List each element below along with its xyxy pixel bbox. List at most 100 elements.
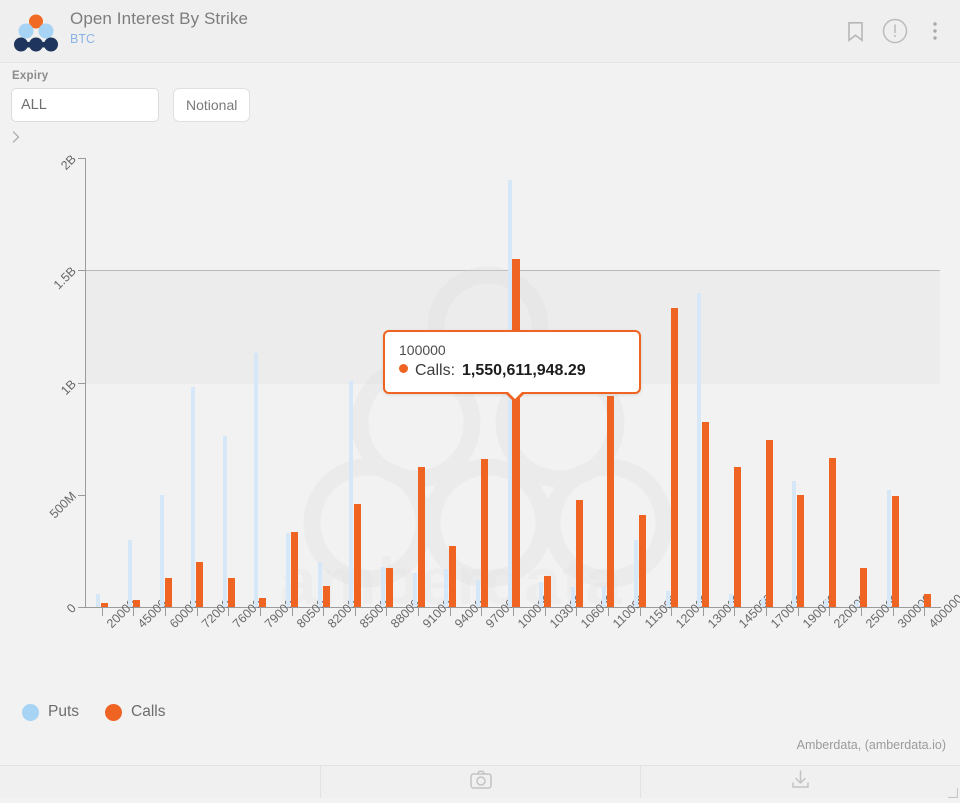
- bar-calls[interactable]: [702, 422, 709, 607]
- resize-grip[interactable]: [947, 785, 958, 796]
- bar-puts[interactable]: [761, 598, 765, 607]
- x-axis-tick: [102, 608, 103, 616]
- x-axis-tick: [355, 608, 356, 616]
- bar-calls[interactable]: [259, 598, 266, 607]
- x-axis-tick: [450, 608, 451, 616]
- legend-swatch-puts: [22, 704, 39, 721]
- hover-crosshair: [512, 259, 515, 607]
- tooltip-series-label: Calls:: [415, 362, 455, 380]
- x-axis-tick: [671, 608, 672, 616]
- bar-calls[interactable]: [196, 562, 203, 607]
- bar-calls[interactable]: [892, 496, 899, 607]
- bar-puts[interactable]: [476, 580, 480, 607]
- bar-calls[interactable]: [481, 459, 488, 607]
- download-button[interactable]: [641, 766, 960, 798]
- bar-calls[interactable]: [354, 504, 361, 607]
- bar-puts[interactable]: [792, 481, 796, 607]
- tooltip-value: 1,550,611,948.29: [462, 362, 586, 380]
- bar-puts[interactable]: [381, 567, 385, 607]
- bar-calls[interactable]: [607, 396, 614, 607]
- bar-puts[interactable]: [571, 587, 575, 607]
- chevron-right-icon[interactable]: [8, 129, 26, 145]
- bar-calls[interactable]: [544, 576, 551, 607]
- x-axis-tick: [197, 608, 198, 616]
- x-axis-tick: [893, 608, 894, 616]
- bar-calls[interactable]: [639, 515, 646, 607]
- page-title: Open Interest By Strike: [70, 8, 248, 30]
- bar-puts[interactable]: [824, 600, 828, 607]
- x-axis-tick: [228, 608, 229, 616]
- notional-button[interactable]: Notional: [173, 88, 250, 122]
- bar-calls[interactable]: [291, 532, 298, 607]
- bar-calls[interactable]: [734, 467, 741, 607]
- bar-puts[interactable]: [666, 591, 670, 607]
- bar-puts[interactable]: [602, 586, 606, 607]
- bar-calls[interactable]: [133, 600, 140, 607]
- bar-calls[interactable]: [924, 594, 931, 607]
- x-axis-tick: [861, 608, 862, 616]
- bar-calls[interactable]: [228, 578, 235, 607]
- bar-puts[interactable]: [855, 601, 859, 607]
- bar-puts[interactable]: [191, 387, 195, 607]
- bar-puts[interactable]: [539, 582, 543, 607]
- x-axis-tick: [545, 608, 546, 616]
- bar-puts[interactable]: [223, 436, 227, 607]
- x-axis-tick: [133, 608, 134, 616]
- asset-symbol[interactable]: BTC: [70, 31, 248, 47]
- x-axis-tick: [323, 608, 324, 616]
- bar-calls[interactable]: [797, 495, 804, 607]
- x-axis-tick: [165, 608, 166, 616]
- bar-calls[interactable]: [101, 603, 108, 607]
- more-vertical-icon[interactable]: [918, 14, 952, 48]
- bar-calls[interactable]: [449, 546, 456, 607]
- widget-footer-bar: [0, 765, 960, 798]
- widget-header: Open Interest By Strike BTC: [0, 0, 960, 63]
- legend-label-calls: Calls: [131, 703, 165, 721]
- x-axis-tick: [513, 608, 514, 616]
- bar-calls[interactable]: [671, 308, 678, 607]
- bar-calls[interactable]: [418, 467, 425, 607]
- bookmark-icon[interactable]: [838, 14, 872, 48]
- open-interest-chart: amberdata 0500M1B1.5B2B 2000045000600007…: [0, 145, 960, 745]
- bar-calls[interactable]: [323, 586, 330, 607]
- bar-puts[interactable]: [96, 594, 100, 607]
- x-axis-tick: [640, 608, 641, 616]
- legend-label-puts: Puts: [48, 703, 79, 721]
- bar-calls[interactable]: [829, 458, 836, 607]
- bar-puts[interactable]: [697, 293, 701, 607]
- expiry-input[interactable]: ALL: [11, 88, 159, 122]
- bar-puts[interactable]: [318, 562, 322, 607]
- bar-puts[interactable]: [286, 533, 290, 607]
- chart-tooltip: 100000 Calls: 1,550,611,948.29: [383, 330, 641, 394]
- camera-icon: [470, 770, 492, 794]
- bar-puts[interactable]: [413, 573, 417, 607]
- chart-widget-window: Open Interest By Strike BTC: [0, 0, 960, 798]
- bar-puts[interactable]: [349, 381, 353, 607]
- tooltip-strike: 100000: [399, 342, 625, 358]
- download-icon: [790, 769, 811, 795]
- legend-item-puts[interactable]: Puts: [22, 703, 79, 721]
- bar-puts[interactable]: [634, 540, 638, 607]
- tooltip-series-dot-icon: [399, 364, 408, 373]
- chart-credit: Amberdata, (amberdata.io): [797, 738, 946, 752]
- bar-puts[interactable]: [160, 495, 164, 607]
- bar-puts[interactable]: [128, 540, 132, 607]
- bar-calls[interactable]: [576, 500, 583, 607]
- x-axis-tick: [481, 608, 482, 616]
- chart-legend: Puts Calls: [22, 703, 165, 721]
- camera-button[interactable]: [321, 766, 640, 798]
- x-axis-tick: [734, 608, 735, 616]
- bar-puts[interactable]: [919, 603, 923, 607]
- alert-circle-icon[interactable]: [878, 14, 912, 48]
- bar-calls[interactable]: [860, 568, 867, 607]
- bar-puts[interactable]: [729, 594, 733, 607]
- y-axis-tick: [78, 607, 85, 608]
- amberdata-logo-icon: [10, 12, 62, 54]
- bar-calls[interactable]: [386, 568, 393, 607]
- bar-calls[interactable]: [165, 578, 172, 607]
- legend-item-calls[interactable]: Calls: [105, 703, 165, 721]
- bar-puts[interactable]: [887, 490, 891, 607]
- bar-puts[interactable]: [444, 569, 448, 607]
- bar-puts[interactable]: [254, 353, 258, 607]
- bar-calls[interactable]: [766, 440, 773, 607]
